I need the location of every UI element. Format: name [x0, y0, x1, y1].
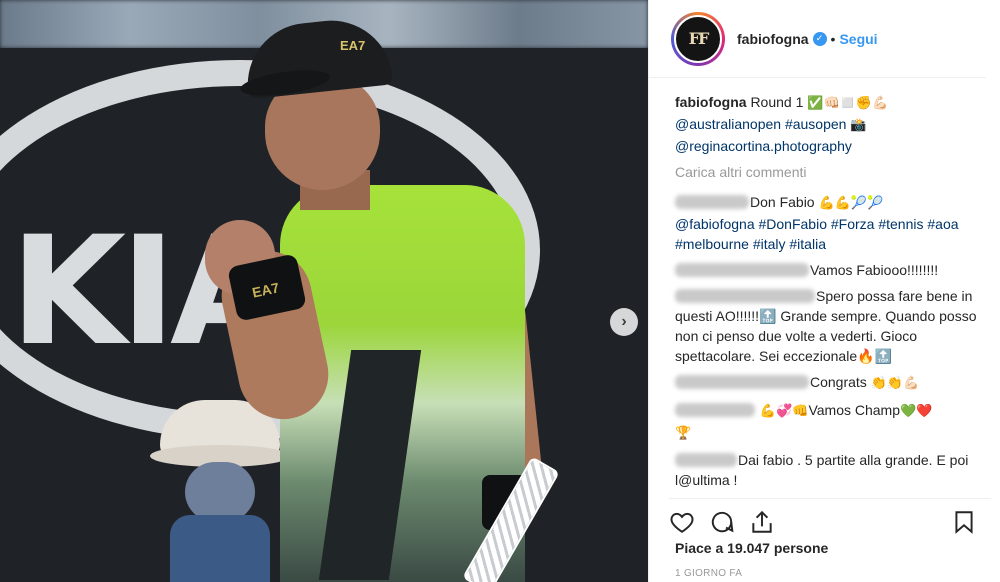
caption-emojis: ✅👊🏻◻️✊💪🏻 — [807, 96, 889, 111]
blurred-username[interactable] — [675, 375, 809, 389]
blurred-username[interactable] — [675, 453, 737, 467]
camera-emoji: 📸 — [850, 118, 867, 133]
blurred-username[interactable] — [675, 195, 749, 209]
comment-text: Don Fabio — [750, 194, 815, 210]
blurred-username[interactable] — [675, 263, 809, 277]
post-side-panel: FF fabiofogna ✓ • Segui fabiofogna Round… — [648, 0, 1000, 582]
caption-username[interactable]: fabiofogna — [675, 94, 747, 110]
comments-list: fabiofogna Round 1 ✅👊🏻◻️✊💪🏻 @australiano… — [675, 92, 985, 496]
load-more-comments-button[interactable]: Carica altri commenti — [675, 162, 985, 182]
comment-item: Dai fabio . 5 partite alla grande. E poi… — [675, 450, 985, 490]
comment-item: Congrats 👏👏💪🏻 — [675, 372, 985, 394]
caption-photographer-tag[interactable]: @reginacortina.photography — [675, 138, 852, 154]
separator-dot: • — [830, 30, 836, 47]
avatar[interactable]: FF — [674, 14, 722, 63]
caption: fabiofogna Round 1 ✅👊🏻◻️✊💪🏻 @australiano… — [675, 92, 985, 156]
action-bar — [669, 498, 991, 538]
comment-item: Spero possa fare bene in questi AO!!!!!!… — [675, 286, 985, 366]
comment-emojis: 💚❤️ — [900, 404, 933, 419]
save-button[interactable] — [951, 506, 991, 538]
comment-text: Vamos Fabiooo!!!!!!!! — [810, 262, 939, 278]
next-image-button[interactable]: › — [610, 308, 638, 336]
follow-button[interactable]: Segui — [839, 31, 877, 47]
heart-icon — [670, 512, 694, 533]
blurred-username[interactable] — [675, 289, 815, 303]
instagram-post: KIA EA7 EA7 › FF fabiofogna ✓ • Segui fa… — [0, 0, 1000, 582]
comment-emojis: 👏👏💪🏻 — [870, 376, 920, 391]
comment-item: 💪💞👊Vamos Champ💚❤️ 🏆 — [675, 400, 985, 444]
comment-tags[interactable]: @fabiofogna #DonFabio #Forza #tennis #ao… — [675, 216, 959, 252]
comment-item: Vamos Fabiooo!!!!!!!! — [675, 260, 985, 280]
avatar-story-ring[interactable]: FF — [671, 11, 725, 66]
comment-emojis: 💪💪🎾🎾 — [818, 196, 884, 211]
comment-item: Don Fabio 💪💪🎾🎾 @fabiofogna #DonFabio #Fo… — [675, 192, 985, 254]
post-photo[interactable]: KIA EA7 EA7 › — [0, 0, 648, 582]
trophy-emoji: 🏆 — [675, 426, 692, 441]
comment-text: Vamos Champ — [808, 402, 901, 418]
comment-icon — [711, 511, 734, 532]
tennis-player: EA7 EA7 — [190, 10, 560, 582]
likes-count[interactable]: Piace a 19.047 persone — [675, 540, 828, 556]
header-username[interactable]: fabiofogna — [737, 31, 809, 47]
comment-text: Congrats — [810, 374, 867, 390]
share-icon — [752, 510, 772, 533]
like-button[interactable] — [669, 506, 709, 538]
cap-logo: EA7 — [340, 38, 366, 53]
caption-text: Round 1 — [750, 94, 804, 110]
share-button[interactable] — [749, 506, 789, 538]
bookmark-icon — [955, 510, 973, 534]
blurred-username[interactable] — [675, 403, 755, 417]
caption-tags[interactable]: @australianopen #ausopen — [675, 116, 846, 132]
comment-emojis-before: 💪💞👊 — [759, 404, 809, 419]
verified-badge-icon: ✓ — [812, 31, 827, 46]
chevron-right-icon: › — [621, 313, 627, 330]
comment-button[interactable] — [709, 506, 749, 538]
post-header: FF fabiofogna ✓ • Segui — [649, 0, 986, 78]
post-timestamp[interactable]: 1 GIORNO FA — [675, 568, 742, 579]
